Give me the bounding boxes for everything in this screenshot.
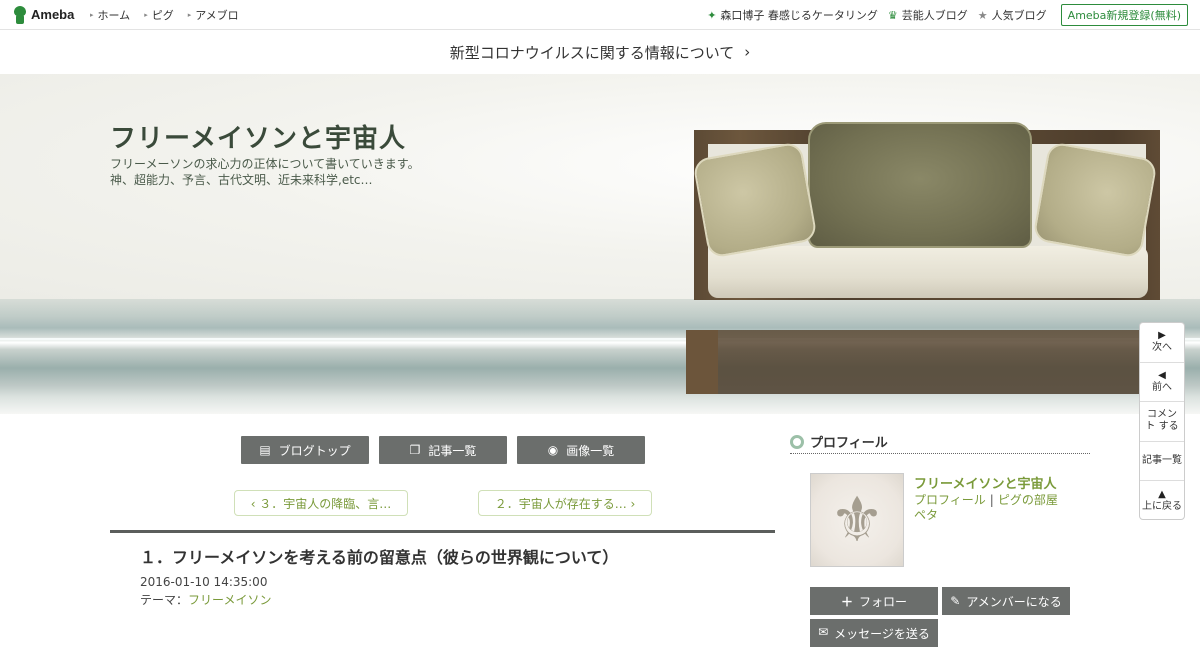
follow-label: フォロー xyxy=(859,594,908,609)
nav-home-label: ホーム xyxy=(97,8,131,22)
sofa-seat-cushion xyxy=(708,246,1148,298)
entry-list-button[interactable]: ❐ 記事一覧 xyxy=(379,436,507,464)
separator: | xyxy=(989,493,994,507)
entry-pager: ‹ ３．宇宙人の降臨、言… ２．宇宙人が存在する… › xyxy=(234,490,652,516)
image-list-button[interactable]: ◉ 画像一覧 xyxy=(517,436,645,464)
next-entry-link[interactable]: ２．宇宙人が存在する… › xyxy=(478,490,652,516)
prev-entry-label: 前へ xyxy=(1152,381,1172,393)
envelope-icon: ✉ xyxy=(818,625,829,639)
image-list-label: 画像一覧 xyxy=(566,443,615,458)
send-message-button[interactable]: ✉ メッセージを送る xyxy=(810,619,938,647)
blog-title[interactable]: フリーメイソンと宇宙人 xyxy=(110,118,406,155)
logo-text: Ameba xyxy=(31,7,75,22)
fleur-de-lis-icon: ⚜ xyxy=(829,483,885,556)
notice-text: 新型コロナウイルスに関する情報について xyxy=(449,43,735,62)
triangle-up-icon: ▲ xyxy=(1158,489,1166,501)
profile-link[interactable]: プロフィール xyxy=(914,493,986,507)
prev-entry-link[interactable]: ‹ ３．宇宙人の降臨、言… xyxy=(234,490,408,516)
chevron-right-icon: ▸ xyxy=(187,10,192,19)
blog-description-line: フリーメーソンの求心力の正体について書いていきます。 xyxy=(110,157,420,171)
ameba-logo-icon xyxy=(12,5,28,24)
trending-link[interactable]: ✦ 森口博子 春感じるケータリング xyxy=(707,7,878,23)
star-icon: ★ xyxy=(977,8,988,22)
entry-divider xyxy=(110,530,775,533)
nav-ameblo-label: アメブロ xyxy=(195,8,239,22)
sofa-reflection xyxy=(686,330,1146,394)
entry-list-side-label: 記事一覧 xyxy=(1142,455,1182,467)
entry-theme-link[interactable]: フリーメイソン xyxy=(188,593,272,607)
document-icon: ▤ xyxy=(259,443,271,457)
global-header: Ameba ▸ ホーム ▸ ピグ ▸ アメブロ ✦ 森口博子 春感じるケータリング ♛ 芸… xyxy=(0,0,1200,30)
popular-blog-link[interactable]: ★ 人気ブログ xyxy=(978,7,1047,23)
prev-entry-button[interactable]: ◀ 前へ xyxy=(1140,363,1184,403)
camera-icon: ◉ xyxy=(547,443,559,457)
popular-blog-label: 人気ブログ xyxy=(991,9,1047,22)
sofa-right-pillow xyxy=(1032,141,1158,259)
chat-bubble-icon: ✎ xyxy=(950,594,961,608)
profile-name[interactable]: フリーメイソンと宇宙人 xyxy=(914,473,1056,492)
blog-top-label: ブログトップ xyxy=(278,443,351,458)
back-to-top-label: 上に戻る xyxy=(1142,501,1182,513)
chevron-right-icon: ▸ xyxy=(144,10,148,19)
register-button[interactable]: Ameba新規登録(無料) xyxy=(1060,4,1188,26)
sofa-left-pillow xyxy=(692,141,818,259)
nav-home[interactable]: ▸ ホーム xyxy=(90,7,130,23)
entry-list-label: 記事一覧 xyxy=(428,443,477,458)
profile-links: プロフィール | ピグの部屋 ペタ xyxy=(914,493,1058,523)
peta-link[interactable]: ペタ xyxy=(914,508,938,522)
plus-icon: ＋ xyxy=(840,594,853,609)
play-left-icon: ◀ xyxy=(1158,369,1166,381)
entry-theme-label: テーマ： xyxy=(140,593,189,607)
next-entry-label: 次へ xyxy=(1152,342,1172,354)
nav-pig-label: ピグ xyxy=(151,8,174,22)
chevron-right-icon: › xyxy=(744,43,751,61)
entry-date: 2016-01-10 14:35:00 xyxy=(140,575,268,589)
comment-button[interactable]: コメント する xyxy=(1140,402,1184,442)
blog-top-button[interactable]: ▤ ブログトップ xyxy=(241,436,369,464)
send-message-label: メッセージを送る xyxy=(834,627,930,641)
profile-heading-label: プロフィール xyxy=(810,436,888,451)
follow-button[interactable]: ＋ フォロー xyxy=(810,587,938,615)
side-navigation: ▶ 次へ ◀ 前へ コメント する 記事一覧 ▲ 上に戻る xyxy=(1139,322,1185,520)
ring-icon xyxy=(790,434,804,449)
blog-description: フリーメーソンの求心力の正体について書いていきます。 神、超能力、予言、古代文明… xyxy=(110,156,420,188)
copy-icon: ❐ xyxy=(409,443,421,457)
become-member-button[interactable]: ✎ アメンバーになる xyxy=(942,587,1070,615)
ameba-logo[interactable]: Ameba xyxy=(12,5,76,24)
entry-title[interactable]: １．フリーメイソンを考える前の留意点（彼らの世界観について） xyxy=(140,544,618,568)
sofa-illustration xyxy=(686,122,1161,406)
entry-list-side-button[interactable]: 記事一覧 xyxy=(1140,442,1184,482)
profile-heading: プロフィール xyxy=(790,430,1090,454)
chevron-right-icon: ▸ xyxy=(90,10,94,19)
celebrity-blog-label: 芸能人ブログ xyxy=(901,9,968,22)
back-to-top-button[interactable]: ▲ 上に戻る xyxy=(1140,481,1184,521)
pig-room-link[interactable]: ピグの部屋 xyxy=(998,493,1058,507)
covid-notice-link[interactable]: 新型コロナウイルスに関する情報について › xyxy=(0,30,1200,74)
nav-pig[interactable]: ▸ ピグ xyxy=(144,7,174,23)
entry-theme: テーマ：フリーメイソン xyxy=(140,591,272,608)
comment-label: コメント する xyxy=(1145,409,1179,433)
nav-ameblo[interactable]: ▸ アメブロ xyxy=(188,7,239,23)
become-member-label: アメンバーになる xyxy=(966,594,1062,609)
play-right-icon: ▶ xyxy=(1158,330,1166,342)
crown-icon: ♛ xyxy=(887,8,898,22)
next-entry-button[interactable]: ▶ 次へ xyxy=(1140,323,1184,363)
trending-label: 森口博子 春感じるケータリング xyxy=(720,9,878,22)
sofa-back-pillow xyxy=(808,122,1032,248)
sofa-leg xyxy=(686,330,718,394)
blog-navigation: ▤ ブログトップ ❐ 記事一覧 ◉ 画像一覧 xyxy=(241,436,645,464)
sparkle-icon: ✦ xyxy=(707,8,717,22)
avatar[interactable]: ⚜ xyxy=(810,473,904,567)
celebrity-blog-link[interactable]: ♛ 芸能人ブログ xyxy=(888,7,968,23)
blog-description-line: 神、超能力、予言、古代文明、近未来科学,etc… xyxy=(110,173,373,187)
